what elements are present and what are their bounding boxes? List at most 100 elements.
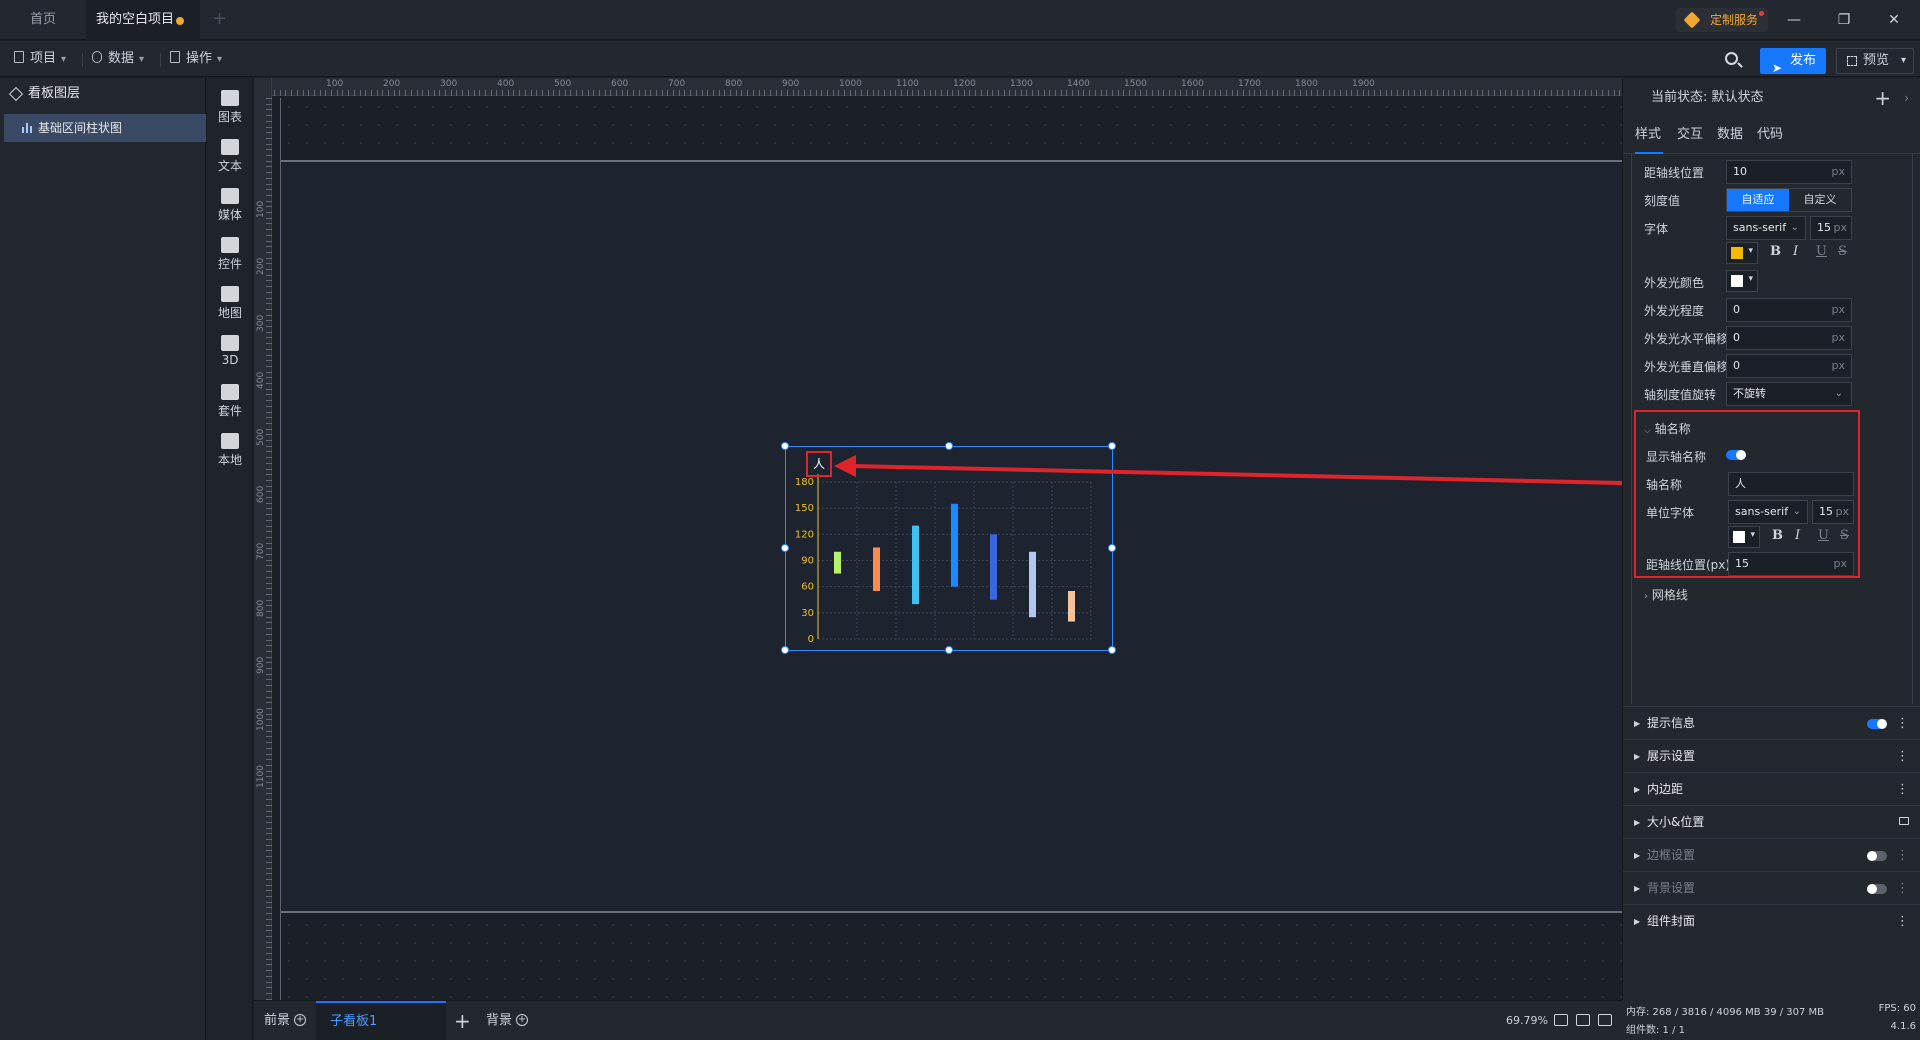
add-icon[interactable]: + xyxy=(454,1009,471,1033)
border-toggle[interactable] xyxy=(1867,851,1887,861)
close-icon[interactable]: ✕ xyxy=(1882,8,1906,32)
more-icon[interactable]: ⋮ xyxy=(1896,839,1909,872)
sub-board-tab[interactable]: 子看板1 xyxy=(316,1001,446,1040)
bold-icon[interactable]: B xyxy=(1770,244,1781,259)
ruler-tick xyxy=(266,491,272,493)
tab-code[interactable]: 代码 xyxy=(1757,118,1783,154)
underline-icon[interactable]: U xyxy=(1816,244,1827,259)
ruler-tick xyxy=(405,90,407,96)
more-icon[interactable]: ⋮ xyxy=(1896,740,1909,773)
back-layer-tab[interactable]: 背景 + xyxy=(486,1001,529,1040)
label: 轴名称 xyxy=(1646,478,1683,492)
glow-level-input[interactable]: 0 px xyxy=(1726,298,1852,322)
tab-data[interactable]: 数据 xyxy=(1717,118,1743,154)
section-background[interactable]: ▶ 背景设置 ⋮ xyxy=(1623,871,1920,904)
add-tab-icon[interactable]: + xyxy=(212,8,227,29)
scale-auto-button[interactable]: 自适应 xyxy=(1727,189,1789,211)
axis-name-header[interactable]: ⌵ 轴名称 xyxy=(1644,420,1691,437)
tool-text[interactable]: 文本 xyxy=(207,127,253,177)
ruler-tick xyxy=(1094,90,1096,96)
preview-button[interactable]: 预览 ▾ xyxy=(1836,48,1914,74)
unit-font-family-select[interactable]: sans-serif ⌄ xyxy=(1728,500,1808,524)
front-layer-tab[interactable]: 前景 + xyxy=(264,1001,307,1040)
tool-kit[interactable]: 套件 xyxy=(207,372,253,422)
strikethrough-icon[interactable]: S xyxy=(1840,528,1849,543)
more-icon[interactable]: ⋮ xyxy=(1896,707,1909,740)
background-toggle[interactable] xyxy=(1867,884,1887,894)
publish-button[interactable]: ➤ 发布 xyxy=(1760,48,1826,75)
add-circle-icon[interactable]: + xyxy=(294,1014,307,1026)
axis-distance-input[interactable]: 10 px xyxy=(1726,160,1852,184)
more-icon[interactable]: ⋮ xyxy=(1896,905,1909,938)
custom-service-button[interactable]: 定制服务 xyxy=(1676,8,1768,32)
chart-widget[interactable]: 0 30 60 90 120 150 180 人 xyxy=(781,442,1116,654)
zoom-level[interactable]: 69.79% xyxy=(1506,1014,1548,1027)
add-circle-icon[interactable]: + xyxy=(516,1014,529,1026)
italic-icon[interactable]: I xyxy=(1795,528,1800,543)
tab-project[interactable]: 我的空白项目 xyxy=(86,0,200,40)
ruler-tick xyxy=(266,935,272,937)
y-tick-label: 60 xyxy=(801,582,814,593)
italic-icon[interactable]: I xyxy=(1793,244,1798,259)
resize-handle[interactable] xyxy=(781,442,789,450)
section-size-position[interactable]: ▶ 大小&位置 xyxy=(1623,805,1920,838)
strikethrough-icon[interactable]: S xyxy=(1838,244,1847,259)
search-icon[interactable] xyxy=(1722,49,1744,71)
section-display[interactable]: ▶ 展示设置 ⋮ xyxy=(1623,739,1920,772)
section-cover[interactable]: ▶ 组件封面 ⋮ xyxy=(1623,904,1920,937)
glow-v-input[interactable]: 0 px xyxy=(1726,354,1852,378)
tool-map[interactable]: 地图 xyxy=(207,274,253,324)
tool-chart[interactable]: 图表 xyxy=(207,78,253,128)
glow-color-picker[interactable]: ▾ xyxy=(1726,270,1758,292)
fit-screen-icon[interactable] xyxy=(1554,1014,1568,1026)
add-state-icon[interactable]: + xyxy=(1874,78,1891,118)
lock-icon[interactable] xyxy=(1899,817,1909,825)
tab-interaction[interactable]: 交互 xyxy=(1677,118,1703,154)
resize-handle[interactable] xyxy=(1108,646,1116,654)
more-icon[interactable]: ⋮ xyxy=(1896,872,1909,905)
tool-3d[interactable]: 3D xyxy=(207,323,253,373)
more-icon[interactable]: ⋮ xyxy=(1896,773,1909,806)
resize-handle[interactable] xyxy=(781,544,789,552)
section-tooltip[interactable]: ▶ 提示信息 ⋮ xyxy=(1623,706,1920,739)
ruler-tick xyxy=(1146,90,1148,96)
terminal-icon[interactable] xyxy=(1598,1014,1612,1026)
menu-data[interactable]: 数据 ▾ xyxy=(92,49,144,69)
scale-custom-button[interactable]: 自定义 xyxy=(1789,189,1851,211)
tab-style[interactable]: 样式 xyxy=(1635,118,1663,154)
bold-icon[interactable]: B xyxy=(1772,528,1783,543)
menu-project[interactable]: 项目 ▾ xyxy=(14,49,66,69)
tool-control[interactable]: 控件 xyxy=(207,225,253,275)
minimize-icon[interactable]: — xyxy=(1782,8,1806,32)
font-size-input[interactable]: 15 px xyxy=(1810,216,1852,240)
resize-handle[interactable] xyxy=(945,646,953,654)
unit-color-picker[interactable]: ▾ xyxy=(1728,526,1760,548)
underline-icon[interactable]: U xyxy=(1818,528,1829,543)
tool-local[interactable]: 本地 xyxy=(207,421,253,471)
section-padding[interactable]: ▶ 内边距 ⋮ xyxy=(1623,772,1920,805)
tooltip-toggle[interactable] xyxy=(1867,719,1887,729)
canvas[interactable]: 100 200 300 400 500 600 700 800 900 1000 1100 1200 1… xyxy=(254,78,1622,1000)
show-axis-name-toggle[interactable] xyxy=(1726,450,1746,460)
resize-handle[interactable] xyxy=(1108,442,1116,450)
menu-operate[interactable]: 操作 ▾ xyxy=(170,49,222,69)
unit-font-size-input[interactable]: 15 px xyxy=(1812,500,1854,524)
font-color-picker[interactable]: ▾ xyxy=(1726,242,1758,264)
axis-name-input[interactable]: 人 xyxy=(1728,472,1854,496)
restore-icon[interactable]: ❐ xyxy=(1832,8,1856,32)
ruler-tick xyxy=(410,90,412,96)
resize-handle[interactable] xyxy=(781,646,789,654)
tick-rotate-select[interactable]: 不旋转 ⌄ xyxy=(1726,382,1852,406)
resize-handle[interactable] xyxy=(1108,544,1116,552)
glow-h-input[interactable]: 0 px xyxy=(1726,326,1852,350)
tab-home[interactable]: 首页 xyxy=(0,0,86,40)
name-distance-input[interactable]: 15 px xyxy=(1728,552,1854,576)
section-border[interactable]: ▶ 边框设置 ⋮ xyxy=(1623,838,1920,871)
keyboard-icon[interactable] xyxy=(1576,1014,1590,1026)
resize-handle[interactable] xyxy=(945,442,953,450)
tool-media[interactable]: 媒体 xyxy=(207,176,253,226)
chevron-right-icon[interactable]: › xyxy=(1904,78,1909,118)
gridline-header[interactable]: › 网格线 xyxy=(1644,586,1688,603)
font-family-select[interactable]: sans-serif ⌄ xyxy=(1726,216,1806,240)
layer-item[interactable]: 基础区间柱状图 xyxy=(4,114,206,142)
